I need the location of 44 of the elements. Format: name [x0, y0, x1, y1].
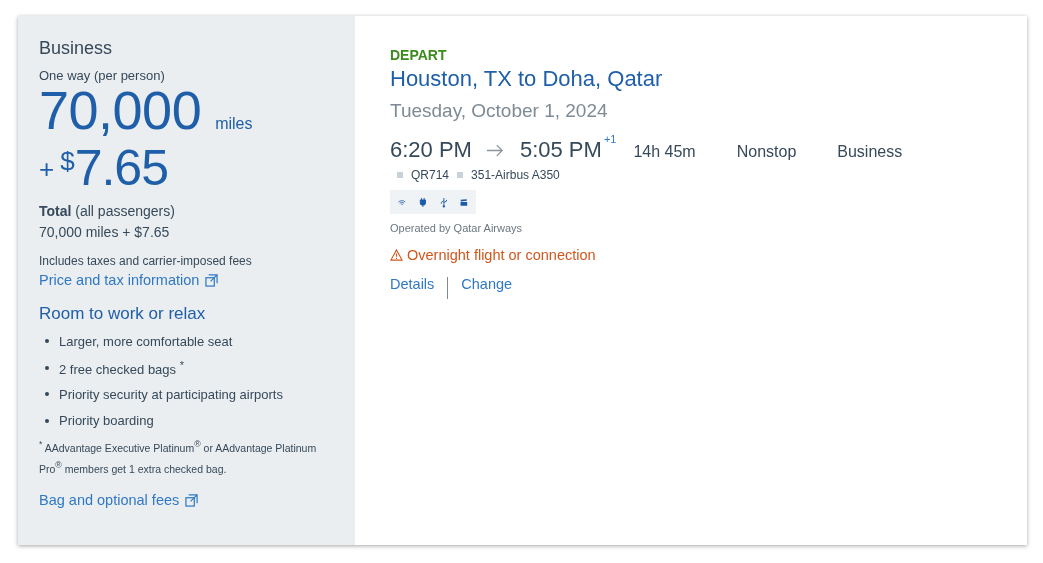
- plug-icon: [418, 195, 427, 209]
- usb-icon: [439, 195, 448, 209]
- trip-note: One way (per person): [39, 68, 166, 83]
- benefit-text: Priority security at participating airports: [59, 386, 283, 402]
- footnote: $^{*}$ AAdvantage Executive Platinum$^{®}$ or AAdvantage Platinum Pro$^{®}$ members get 1 extra checked bag.: [39, 438, 318, 477]
- aircraft: 351-Airbus A350: [471, 168, 560, 182]
- depart-time: 6:20 PM: [390, 137, 472, 163]
- benefit-text: Priority boarding: [59, 413, 154, 429]
- currency-sign: $: [60, 146, 75, 176]
- miles-unit: miles: [215, 115, 253, 133]
- cash-amount: 7.65: [74, 139, 168, 197]
- square-icon: [457, 172, 464, 178]
- stops: Nonstop: [736, 143, 797, 161]
- direction-label: DEPART: [390, 47, 448, 63]
- route-title: Houston, TX to Doha, Qatar: [390, 66, 664, 92]
- cabin-class: Business: [837, 143, 903, 161]
- price-info-link[interactable]: Price and tax information: [39, 272, 200, 288]
- square-icon: [397, 172, 403, 178]
- bag-fees-link[interactable]: Bag and optional fees: [39, 492, 180, 508]
- flight-link[interactable]: Change: [461, 276, 513, 292]
- bullet-dot: [45, 339, 49, 344]
- benefit-text: 2 free checked bags $^{*}$: [59, 358, 184, 377]
- arrow-icon: [485, 143, 504, 157]
- warning-text: Overnight flight or connection: [407, 247, 596, 263]
- bullet-dot: [45, 392, 49, 397]
- total-value: 70,000 miles + $7.65: [39, 224, 171, 240]
- benefits-heading: Room to work or relax: [39, 304, 207, 324]
- cabin-title: Business: [39, 38, 114, 59]
- flight-number: QR714: [411, 168, 450, 182]
- external-link-icon: [185, 493, 199, 507]
- plus-sign: +: [39, 154, 55, 185]
- arrive-time: 5:05 PM: [519, 137, 602, 163]
- benefit-text: Larger, more comfortable seat: [59, 333, 233, 349]
- bullet-dot: [45, 365, 49, 370]
- warning-icon: [390, 249, 403, 261]
- flight-link[interactable]: Details: [390, 276, 435, 292]
- total-label: Total (all passengers): [39, 203, 176, 219]
- taxes-note: Includes taxes and carrier-imposed fees: [39, 254, 253, 268]
- operator-note: Operated by Qatar Airways: [390, 222, 524, 234]
- day-offset: +1: [603, 133, 617, 145]
- bullet-dot: [45, 418, 49, 423]
- flight-date: Tuesday, October 1, 2024: [390, 100, 609, 122]
- duration: 14h 45m: [633, 143, 696, 161]
- external-link-icon: [205, 273, 219, 287]
